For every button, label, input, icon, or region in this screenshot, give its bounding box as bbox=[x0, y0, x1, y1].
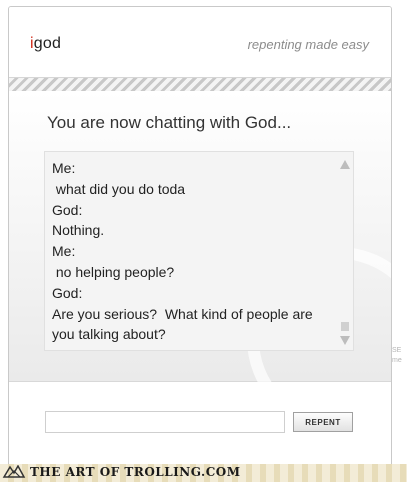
scroll-down-arrow-icon[interactable] bbox=[340, 336, 350, 345]
chat-line: Me: bbox=[52, 243, 76, 260]
site-watermark-banner: THE ART OF TROLLING.COM bbox=[0, 464, 407, 482]
watermark-text: THE ART OF TROLLING.COM bbox=[30, 465, 241, 479]
chat-scrollbar[interactable] bbox=[337, 152, 353, 350]
chat-line: no helping people? bbox=[52, 263, 175, 280]
chat-line: you talking about? bbox=[52, 326, 166, 343]
repent-button[interactable]: REPENT bbox=[293, 412, 353, 432]
logo-text: god bbox=[33, 35, 62, 52]
trollface-leaf-icon bbox=[2, 465, 26, 478]
chat-line: what did you do toda bbox=[52, 180, 186, 197]
input-bar: REPENT bbox=[9, 382, 391, 467]
chat-heading: You are now chatting with God... bbox=[47, 113, 292, 132]
message-input[interactable] bbox=[45, 411, 285, 433]
chat-line: God: bbox=[52, 201, 83, 218]
chat-log[interactable]: Me: what did you do toda God: Nothing. M… bbox=[44, 151, 354, 351]
chat-lines: Me: what did you do toda God: Nothing. M… bbox=[52, 158, 322, 345]
igod-app-window: igod repenting made easy You are now cha… bbox=[8, 6, 392, 468]
chat-line: Nothing. bbox=[52, 222, 105, 239]
chat-line: God: bbox=[52, 284, 83, 301]
side-text-line: me bbox=[392, 357, 402, 364]
tagline: repenting made easy bbox=[247, 37, 369, 52]
side-text-line: SE bbox=[392, 347, 402, 354]
scroll-up-arrow-icon[interactable] bbox=[340, 160, 350, 169]
igod-logo: igod bbox=[30, 35, 61, 53]
scroll-thumb[interactable] bbox=[341, 322, 349, 331]
clipped-side-text: SE me bbox=[392, 346, 402, 366]
chat-line: Me: bbox=[52, 160, 76, 176]
chat-line: Are you serious? What kind of people are bbox=[52, 305, 313, 322]
header: igod repenting made easy bbox=[9, 7, 391, 77]
chat-panel: You are now chatting with God... Me: wha… bbox=[9, 91, 391, 431]
